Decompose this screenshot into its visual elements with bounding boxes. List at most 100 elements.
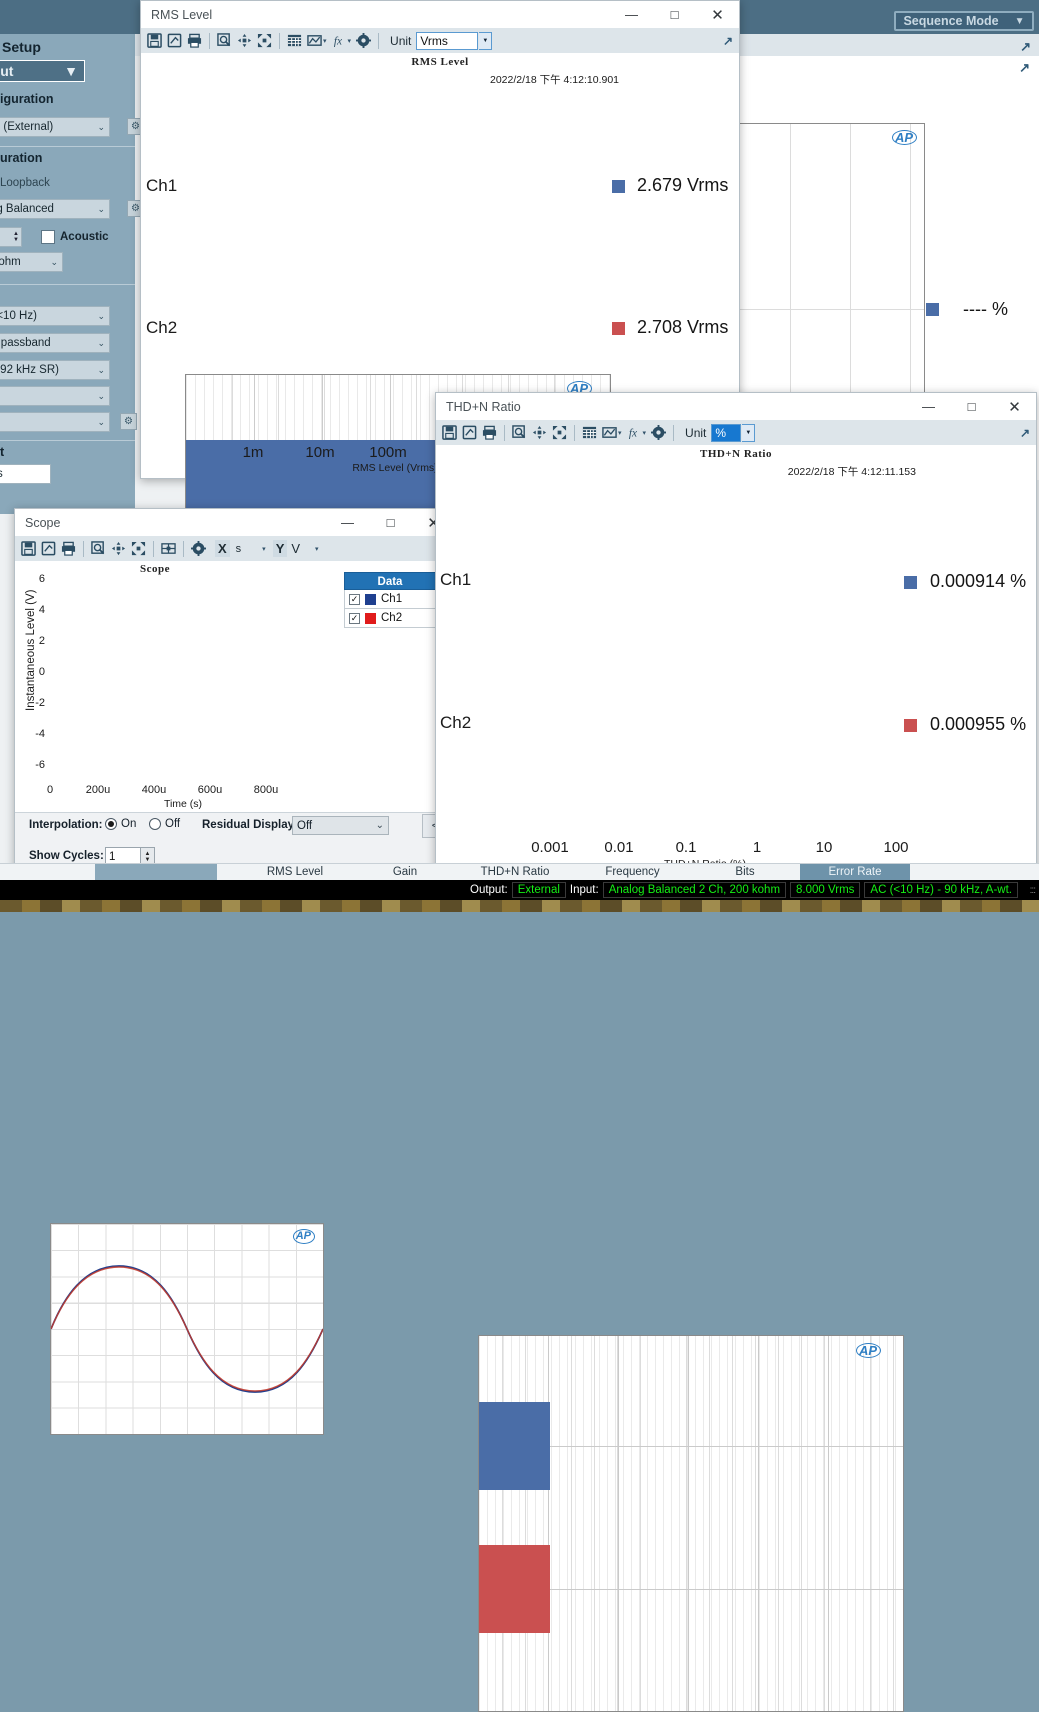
scope-titlebar[interactable]: Scope — □ ✕ xyxy=(15,509,455,536)
minimize-button[interactable]: — xyxy=(907,393,950,420)
thdn-timestamp: 2022/2/18 下午 4:12:11.153 xyxy=(436,464,916,479)
print-icon[interactable] xyxy=(185,31,204,50)
delay-field[interactable]: 00 s xyxy=(0,464,51,484)
residual-display-select[interactable]: Off ⌄ xyxy=(292,816,389,835)
interpolation-on-radio[interactable]: On xyxy=(105,818,136,830)
zoom-icon[interactable] xyxy=(510,423,529,442)
acoustic-checkbox-row[interactable]: Acoustic xyxy=(41,230,109,244)
tab-gain[interactable]: Gain xyxy=(360,864,450,880)
generator-config-heading: iguration xyxy=(0,92,53,106)
chevron-down-icon[interactable]: ▾ xyxy=(643,429,647,437)
list-item[interactable]: ✓ Ch1 xyxy=(344,590,436,609)
save-icon[interactable] xyxy=(145,31,164,50)
thdn-title: THD+N Ratio xyxy=(446,400,521,414)
thdn-xtick-1: 0.01 xyxy=(593,839,645,856)
background-panel-expand-icon[interactable]: ↗ xyxy=(1019,60,1030,76)
chevron-down-icon: ⌄ xyxy=(97,417,105,428)
crosshair-icon[interactable] xyxy=(159,539,178,558)
scale-icon[interactable] xyxy=(550,423,569,442)
export-icon[interactable] xyxy=(165,31,184,50)
scope-ch1-checkbox[interactable]: ✓ xyxy=(349,594,360,605)
print-icon[interactable] xyxy=(59,539,78,558)
radio-off[interactable] xyxy=(149,818,161,830)
zoom-icon[interactable] xyxy=(89,539,108,558)
tab-rms-level[interactable]: RMS Level xyxy=(240,864,350,880)
tab-thdn-ratio[interactable]: THD+N Ratio xyxy=(460,864,570,880)
chevron-down-icon[interactable]: ▾ xyxy=(323,37,327,45)
scope-ch2-checkbox[interactable]: ✓ xyxy=(349,613,360,624)
scale-icon[interactable] xyxy=(129,539,148,558)
radio-on[interactable] xyxy=(105,818,117,830)
save-icon[interactable] xyxy=(19,539,38,558)
rms-level-titlebar[interactable]: RMS Level — □ ✕ xyxy=(141,1,739,28)
impedance-dropdown[interactable]: 0 kohm ⌄ xyxy=(0,252,63,272)
graph-icon[interactable] xyxy=(305,31,324,50)
rms-popout-icon[interactable]: ↗ xyxy=(723,34,733,48)
weighting-dropdown[interactable]: wt. ⌄ xyxy=(0,386,110,406)
unit-select[interactable]: % xyxy=(711,424,741,442)
user-filter-dropdown[interactable]: one ⌄ xyxy=(0,412,110,432)
close-button[interactable]: ✕ xyxy=(696,1,739,28)
unit-select-caret-icon[interactable]: ▼ xyxy=(742,424,755,442)
thdn-popout-icon[interactable]: ↗ xyxy=(1020,426,1030,440)
maximize-button[interactable]: □ xyxy=(950,393,993,420)
interpolation-off-radio[interactable]: Off xyxy=(149,818,180,830)
chevron-down-icon[interactable]: ▾ xyxy=(618,429,622,437)
minimize-button[interactable]: — xyxy=(610,1,653,28)
y-axis-unit-label[interactable]: Y xyxy=(273,540,288,557)
fit-icon[interactable] xyxy=(109,539,128,558)
user-filter-settings-button[interactable]: ⚙ xyxy=(120,413,137,430)
input-connector-dropdown[interactable]: alog Balanced ⌄ xyxy=(0,199,110,219)
chevron-down-icon[interactable]: ▾ xyxy=(315,545,319,553)
save-icon[interactable] xyxy=(440,423,459,442)
function-icon[interactable]: fx xyxy=(625,423,644,442)
chevron-down-icon[interactable]: ▾ xyxy=(348,37,352,45)
maximize-button[interactable]: □ xyxy=(653,1,696,28)
function-icon[interactable]: fx xyxy=(330,31,349,50)
minimize-button[interactable]: — xyxy=(326,509,369,536)
hp-filter-dropdown[interactable]: C (<10 Hz) ⌄ xyxy=(0,306,110,326)
unit-select[interactable]: Vrms xyxy=(416,32,478,50)
list-item[interactable]: ✓ Ch2 xyxy=(344,609,436,628)
rms-level-title: RMS Level xyxy=(151,8,212,22)
tab-error-rate[interactable]: Error Rate xyxy=(800,864,910,880)
sequence-mode-dropdown[interactable]: Sequence Mode ▼ xyxy=(894,11,1034,31)
bandwidth-dropdown[interactable]: DC passband ⌄ xyxy=(0,333,110,353)
x-axis-unit-label[interactable]: X xyxy=(215,540,230,557)
thdn-titlebar[interactable]: THD+N Ratio — □ ✕ xyxy=(436,393,1036,420)
export-icon[interactable] xyxy=(460,423,479,442)
channel-count-stepper[interactable]: ▲▼ xyxy=(0,227,22,247)
maximize-button[interactable]: □ xyxy=(369,509,412,536)
fit-icon[interactable] xyxy=(235,31,254,50)
tab-bits[interactable]: Bits xyxy=(700,864,790,880)
scope-ytick-3: 0 xyxy=(20,666,45,678)
graph-icon[interactable] xyxy=(600,423,619,442)
generator-dropdown[interactable]: one (External) ⌄ xyxy=(0,117,110,137)
fit-icon[interactable] xyxy=(530,423,549,442)
chevron-down-icon[interactable]: ▾ xyxy=(262,545,266,553)
settings-icon[interactable] xyxy=(354,31,373,50)
acoustic-checkbox[interactable] xyxy=(41,230,55,244)
thdn-readout-ch1: 0.000914 % xyxy=(930,571,1026,592)
print-icon[interactable] xyxy=(480,423,499,442)
settings-icon[interactable] xyxy=(649,423,668,442)
panel-expand-icon[interactable]: ↗ xyxy=(1020,39,1031,55)
settings-icon[interactable] xyxy=(189,539,208,558)
svg-text:fx: fx xyxy=(333,35,341,47)
thdn-xtick-4: 10 xyxy=(803,839,845,856)
resize-grip-icon[interactable]: ::: xyxy=(1030,885,1035,896)
sample-rate-dropdown[interactable]: k (192 kHz SR) ⌄ xyxy=(0,360,110,380)
thdn-bar-ch2 xyxy=(479,1545,550,1633)
close-button[interactable]: ✕ xyxy=(993,393,1036,420)
signal-path-dropdown[interactable]: tput ▼ xyxy=(0,60,85,82)
export-icon[interactable] xyxy=(39,539,58,558)
status-input-value: Analog Balanced 2 Ch, 200 kohm xyxy=(603,882,786,898)
scale-icon[interactable] xyxy=(255,31,274,50)
tab-frequency[interactable]: Frequency xyxy=(580,864,685,880)
zoom-icon[interactable] xyxy=(215,31,234,50)
scope-xaxis-label: Time (s) xyxy=(128,798,238,810)
table-icon[interactable] xyxy=(580,423,599,442)
table-icon[interactable] xyxy=(285,31,304,50)
unit-select-caret-icon[interactable]: ▼ xyxy=(479,32,492,50)
tab-current[interactable] xyxy=(95,864,217,880)
